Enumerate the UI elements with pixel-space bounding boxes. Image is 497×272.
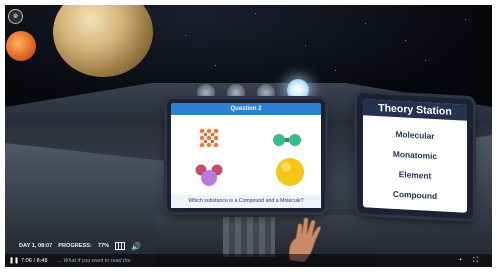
hud-bar: DAY 1, 08:07 PROGRESS: 77% 🔊: [5, 238, 169, 254]
quiz-options: [171, 115, 321, 195]
quiz-header: Question 2: [171, 103, 321, 115]
diatomic-molecule-icon[interactable]: [272, 133, 302, 147]
video-frame: ◎ Question 2 Which substance is a Compou…: [0, 0, 497, 272]
single-atom-icon[interactable]: [275, 157, 305, 187]
fullscreen-icon[interactable]: ⛶: [473, 257, 478, 265]
theory-item-molecular[interactable]: Molecular: [363, 127, 467, 142]
grid-lattice-icon[interactable]: [199, 128, 219, 148]
volume-icon[interactable]: ◔: [458, 257, 462, 264]
glowing-bulb: [287, 79, 309, 101]
speaker-icon[interactable]: 🔊: [131, 242, 141, 251]
floor-hatch: [223, 217, 275, 257]
theory-station-panel: Theory Station Molecular Monatomic Eleme…: [357, 92, 473, 220]
progress-value: 77%: [97, 243, 110, 249]
planet-orange: [6, 31, 36, 61]
theory-item-element[interactable]: Element: [363, 167, 467, 182]
video-player-bar: ❚❚ 7:06 / 8:48 ... What if you want to r…: [5, 254, 492, 267]
theory-station-board: Theory Station Molecular Monatomic Eleme…: [363, 99, 467, 213]
top-border: [0, 0, 497, 4]
subtitle-text: ... What if you want to read the: [57, 257, 131, 264]
theory-item-compound[interactable]: Compound: [363, 187, 467, 202]
video-time: 7:06 / 8:48: [21, 257, 48, 264]
day-time: DAY 1, 08:07: [19, 243, 53, 249]
progress-label: PROGRESS:: [58, 243, 92, 249]
theory-item-monatomic[interactable]: Monatomic: [363, 147, 467, 162]
pause-icon[interactable]: ❚❚: [9, 257, 19, 264]
quiz-question: Which substance is a Compound and a Mole…: [171, 195, 321, 208]
theory-station-title: Theory Station: [363, 99, 467, 121]
quiz-panel: Question 2 Which substance is a Compound…: [167, 99, 325, 212]
app-logo-icon: ◎: [8, 9, 23, 24]
menu-grid-icon[interactable]: [115, 242, 126, 250]
triatomic-molecule-icon[interactable]: [195, 162, 223, 188]
